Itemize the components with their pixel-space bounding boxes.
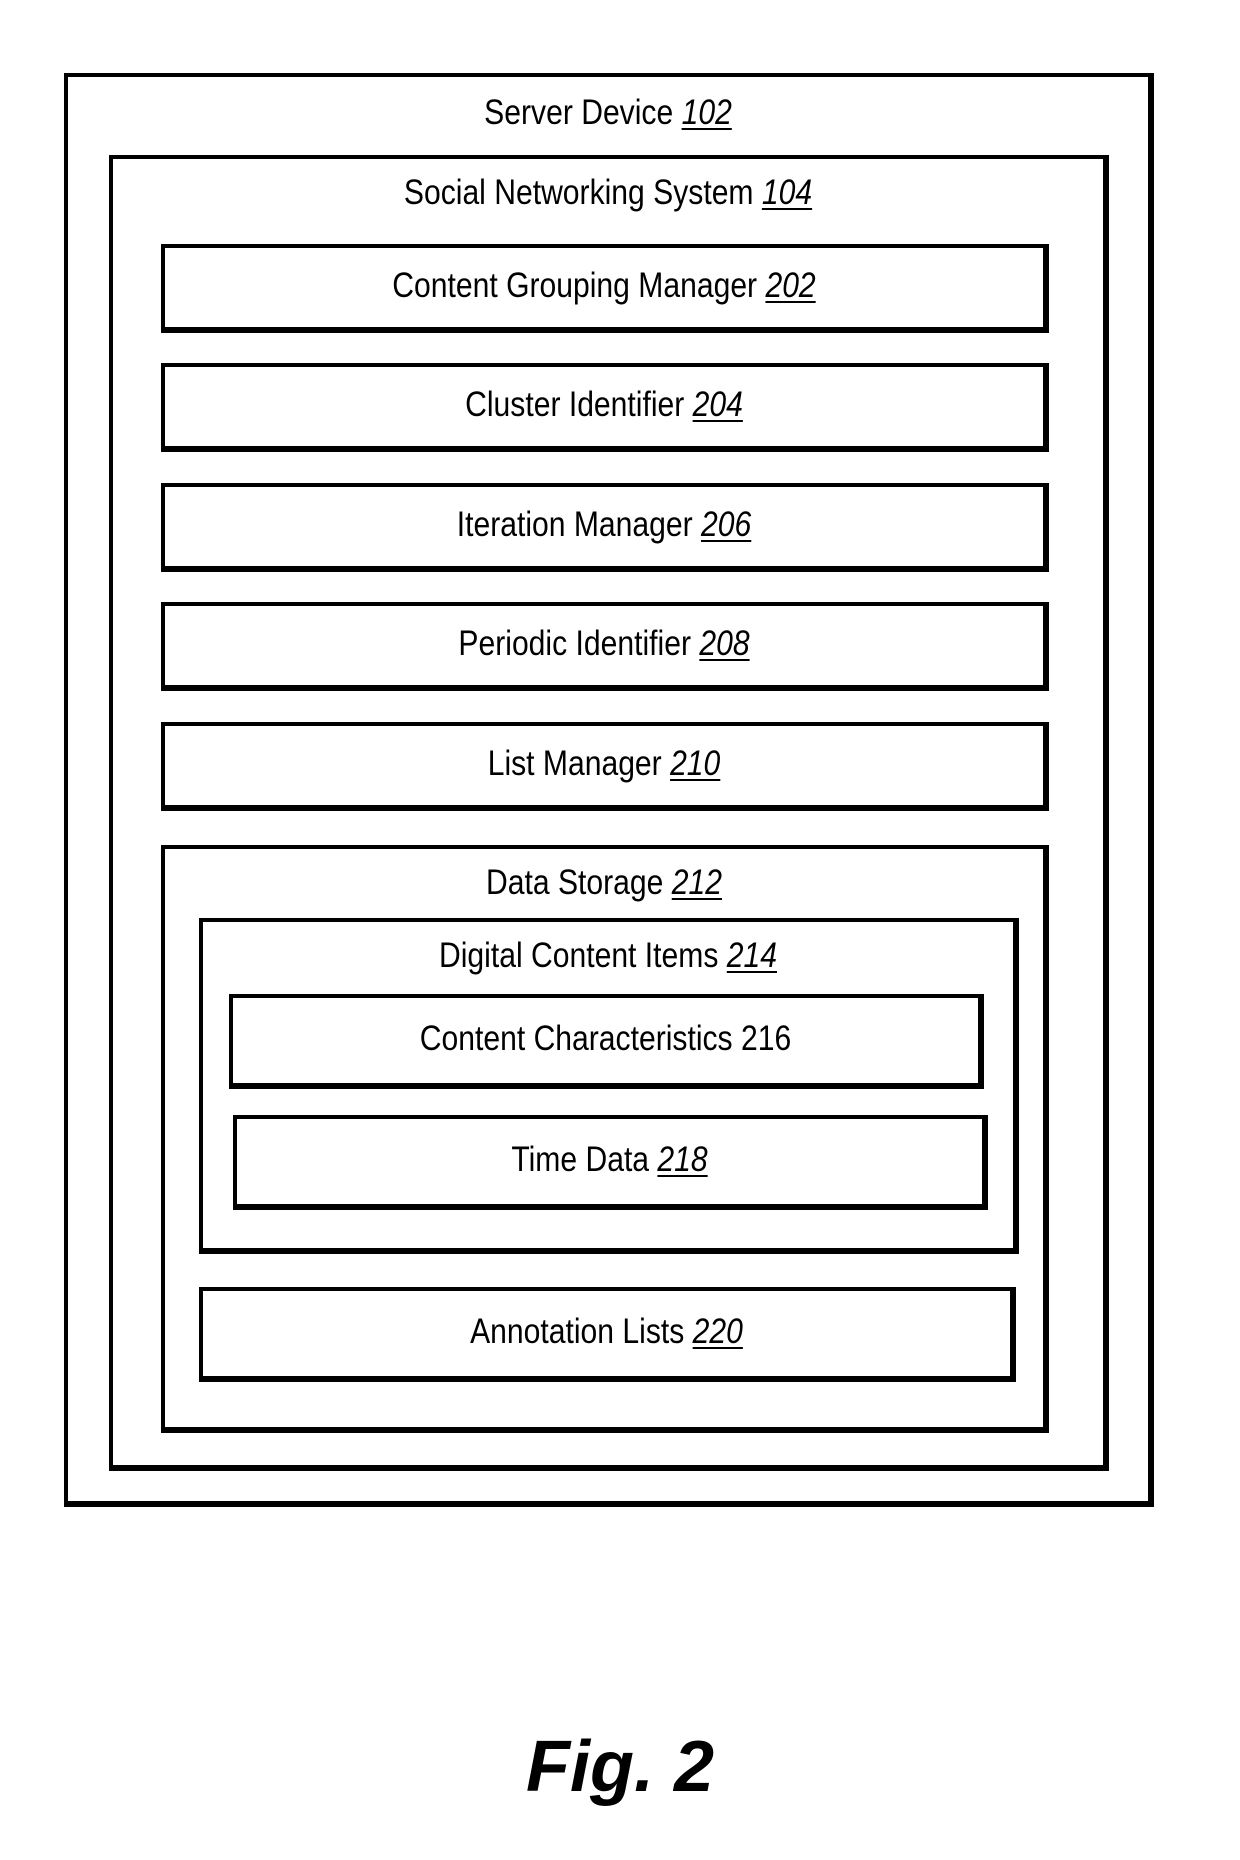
component-name: Periodic Identifier [458, 623, 691, 663]
component-name: Iteration Manager [456, 504, 693, 544]
component-ref: 204 [692, 384, 743, 424]
list-manager-label: List Manager 210 [226, 744, 981, 784]
periodic-identifier-box: Periodic Identifier 208 [161, 602, 1049, 691]
content-grouping-manager-label: Content Grouping Manager 202 [226, 266, 981, 306]
social-networking-system-name: Social Networking System [403, 173, 754, 212]
iteration-manager-box: Iteration Manager 206 [161, 483, 1049, 572]
component-name: List Manager [487, 743, 662, 783]
data-storage-ref: 212 [671, 863, 722, 902]
time-data-name: Time Data [511, 1139, 650, 1179]
time-data-label: Time Data 218 [289, 1140, 930, 1180]
cluster-identifier-label: Cluster Identifier 204 [226, 385, 981, 425]
server-device-name: Server Device [484, 93, 674, 132]
annotation-lists-ref: 220 [692, 1311, 743, 1351]
digital-content-items-ref: 214 [726, 936, 777, 975]
server-device-ref: 102 [681, 93, 732, 132]
annotation-lists-name: Annotation Lists [470, 1311, 685, 1351]
content-characteristics-box: Content Characteristics 216 [229, 994, 984, 1089]
time-data-ref: 218 [657, 1139, 708, 1179]
periodic-identifier-label: Periodic Identifier 208 [226, 624, 981, 664]
component-ref: 202 [765, 265, 816, 305]
content-characteristics-name: Content Characteristics [419, 1018, 733, 1058]
content-characteristics-label: Content Characteristics 216 [285, 1019, 926, 1059]
component-name: Content Grouping Manager [392, 265, 758, 305]
list-manager-box: List Manager 210 [161, 722, 1049, 811]
content-characteristics-ref: 216 [740, 1018, 792, 1058]
figure-caption: Fig. 2 [525, 1727, 714, 1807]
social-networking-system-ref: 104 [761, 173, 813, 212]
annotation-lists-box: Annotation Lists 220 [199, 1287, 1016, 1382]
digital-content-items-label: Digital Content Items 214 [260, 936, 957, 976]
component-ref: 208 [699, 623, 750, 663]
data-storage-name: Data Storage [486, 863, 664, 902]
server-device-label: Server Device 102 [144, 93, 1073, 133]
content-grouping-manager-box: Content Grouping Manager 202 [161, 244, 1049, 333]
component-ref: 210 [670, 743, 721, 783]
annotation-lists-label: Annotation Lists 220 [259, 1312, 953, 1352]
cluster-identifier-box: Cluster Identifier 204 [161, 363, 1049, 452]
data-storage-label: Data Storage 212 [226, 863, 981, 903]
component-ref: 206 [701, 504, 752, 544]
component-name: Cluster Identifier [465, 384, 685, 424]
social-networking-system-label: Social Networking System 104 [182, 173, 1033, 213]
digital-content-items-name: Digital Content Items [438, 936, 719, 975]
time-data-box: Time Data 218 [233, 1115, 988, 1210]
iteration-manager-label: Iteration Manager 206 [226, 505, 981, 545]
